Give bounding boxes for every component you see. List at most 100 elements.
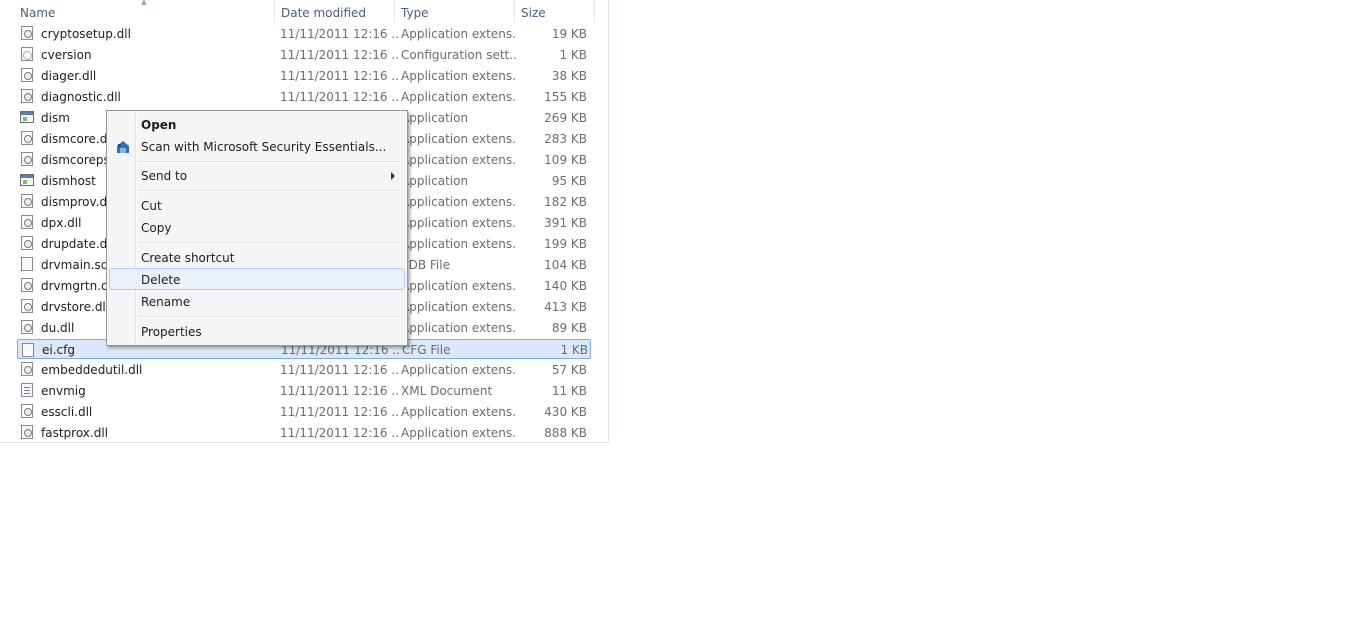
file-size: 182 KB bbox=[544, 195, 587, 209]
file-date-modified: 11/11/2011 12:16 ... bbox=[280, 384, 398, 398]
file-name: cryptosetup.dll bbox=[41, 27, 131, 41]
table-row[interactable]: diagnostic.dll 11/11/2011 12:16 ... Applic… bbox=[17, 86, 591, 106]
file-size: 888 KB bbox=[544, 426, 587, 440]
dll-file-icon bbox=[21, 362, 33, 376]
file-type: Application extens... bbox=[401, 216, 516, 230]
dll-file-icon bbox=[21, 194, 33, 208]
file-type: Application extens... bbox=[401, 90, 516, 104]
menu-item-copy[interactable]: Copy bbox=[109, 216, 405, 238]
file-type: Application extens... bbox=[401, 363, 516, 377]
context-menu: Open Scan with Microsoft Security Essent… bbox=[106, 110, 408, 346]
file-date-modified: 11/11/2011 12:16 ... bbox=[280, 426, 398, 440]
file-size: 155 KB bbox=[544, 90, 587, 104]
menu-item-scan[interactable]: Scan with Microsoft Security Essentials.… bbox=[109, 135, 405, 157]
menu-item-send-to[interactable]: Send to bbox=[109, 164, 405, 186]
menu-item-open[interactable]: Open bbox=[109, 113, 405, 135]
file-name: fastprox.dll bbox=[41, 426, 108, 440]
file-type: Application extens... bbox=[401, 426, 516, 440]
file-name: esscli.dll bbox=[41, 405, 93, 419]
file-type: XML Document bbox=[401, 384, 493, 398]
file-type: SDB File bbox=[401, 258, 450, 272]
file-date-modified: 11/11/2011 12:16 ... bbox=[280, 48, 398, 62]
file-size: 140 KB bbox=[544, 279, 587, 293]
menu-item-delete[interactable]: Delete bbox=[109, 268, 405, 290]
file-size: 19 KB bbox=[551, 27, 587, 41]
file-size: 89 KB bbox=[551, 321, 587, 335]
menu-item-rename[interactable]: Rename bbox=[109, 290, 405, 312]
file-type: Application extens... bbox=[401, 321, 516, 335]
table-row[interactable]: fastprox.dll 11/11/2011 12:16 ... Applicat… bbox=[17, 422, 591, 442]
file-type: Application bbox=[401, 174, 469, 188]
menu-separator bbox=[139, 242, 403, 244]
file-name: diagnostic.dll bbox=[41, 90, 121, 104]
table-row[interactable]: cversion 11/11/2011 12:16 ... Configuratio… bbox=[17, 44, 591, 64]
menu-item-scan-label: Scan with Microsoft Security Essentials.… bbox=[141, 140, 387, 154]
file-size: 104 KB bbox=[544, 258, 587, 272]
file-size: 1 KB bbox=[560, 343, 588, 357]
dll-file-icon bbox=[21, 404, 33, 418]
dll-file-icon bbox=[21, 131, 33, 145]
file-date-modified: 11/11/2011 12:16 ... bbox=[280, 90, 398, 104]
dll-file-icon bbox=[21, 299, 33, 313]
column-header-date-modified[interactable]: Date modified bbox=[275, 0, 395, 23]
file-size: 11 KB bbox=[551, 384, 587, 398]
file-date-modified: 11/11/2011 12:16 ... bbox=[280, 363, 398, 377]
file-type: Configuration sett... bbox=[401, 48, 516, 62]
file-type: Application bbox=[401, 111, 469, 125]
column-header-size[interactable]: Size bbox=[515, 0, 595, 23]
dll-file-icon bbox=[21, 26, 33, 40]
file-size: 95 KB bbox=[551, 174, 587, 188]
file-date-modified: 11/11/2011 12:16 ... bbox=[280, 27, 398, 41]
menu-separator bbox=[139, 190, 403, 192]
dll-file-icon bbox=[21, 278, 33, 292]
file-size: 57 KB bbox=[551, 363, 587, 377]
table-row[interactable]: cryptosetup.dll 11/11/2011 12:16 ... Appli… bbox=[17, 23, 591, 43]
menu-item-delete-label: Delete bbox=[141, 273, 181, 287]
menu-item-properties-label: Properties bbox=[141, 325, 202, 339]
file-size: 109 KB bbox=[544, 153, 587, 167]
file-size: 38 KB bbox=[551, 69, 587, 83]
dll-file-icon bbox=[21, 68, 33, 82]
sort-ascending-icon: ▲ bbox=[141, 0, 147, 6]
menu-separator bbox=[139, 316, 403, 318]
menu-item-send-to-label: Send to bbox=[141, 169, 188, 183]
table-row[interactable]: diager.dll 11/11/2011 12:16 ... Applicatio… bbox=[17, 65, 591, 85]
dll-file-icon bbox=[21, 89, 33, 103]
menu-item-cut[interactable]: Cut bbox=[109, 194, 405, 216]
file-date-modified: 11/11/2011 12:16 ... bbox=[280, 405, 398, 419]
blank-file-icon bbox=[22, 343, 34, 357]
table-row[interactable]: envmig 11/11/2011 12:16 ... XML Document 11… bbox=[17, 380, 591, 400]
file-size: 430 KB bbox=[544, 405, 587, 419]
dll-file-icon bbox=[21, 215, 33, 229]
file-size: 199 KB bbox=[544, 237, 587, 251]
file-type: CFG File bbox=[402, 343, 451, 357]
file-size: 283 KB bbox=[544, 132, 587, 146]
menu-item-create-shortcut[interactable]: Create shortcut bbox=[109, 246, 405, 268]
file-type: Application extens... bbox=[401, 279, 516, 293]
file-type: Application extens... bbox=[401, 27, 516, 41]
file-name: cversion bbox=[41, 48, 92, 62]
blank-file-icon bbox=[21, 257, 33, 271]
file-size: 391 KB bbox=[544, 216, 587, 230]
dll-file-icon bbox=[21, 152, 33, 166]
dll-file-icon bbox=[21, 320, 33, 334]
config-file-icon bbox=[21, 47, 33, 61]
dll-file-icon bbox=[21, 236, 33, 250]
menu-item-properties[interactable]: Properties bbox=[109, 320, 405, 342]
file-type: Application extens... bbox=[401, 195, 516, 209]
column-header-type[interactable]: Type bbox=[395, 0, 515, 23]
file-type: Application extens... bbox=[401, 300, 516, 314]
security-essentials-icon bbox=[117, 141, 129, 153]
submenu-arrow-icon bbox=[391, 172, 395, 180]
menu-item-open-label: Open bbox=[141, 118, 177, 132]
column-header-row: Name ▲ Date modified Type Size bbox=[0, 0, 608, 23]
file-name: diager.dll bbox=[41, 69, 97, 83]
menu-separator bbox=[139, 161, 403, 163]
menu-item-copy-label: Copy bbox=[141, 221, 172, 235]
file-type: Application extens... bbox=[401, 153, 516, 167]
file-type: Application extens... bbox=[401, 237, 516, 251]
dll-file-icon bbox=[21, 425, 33, 439]
file-date-modified: 11/11/2011 12:16 ... bbox=[280, 69, 398, 83]
table-row[interactable]: esscli.dll 11/11/2011 12:16 ... Applicatio… bbox=[17, 401, 591, 421]
table-row[interactable]: embeddedutil.dll 11/11/2011 12:16 ... Appl… bbox=[17, 359, 591, 379]
